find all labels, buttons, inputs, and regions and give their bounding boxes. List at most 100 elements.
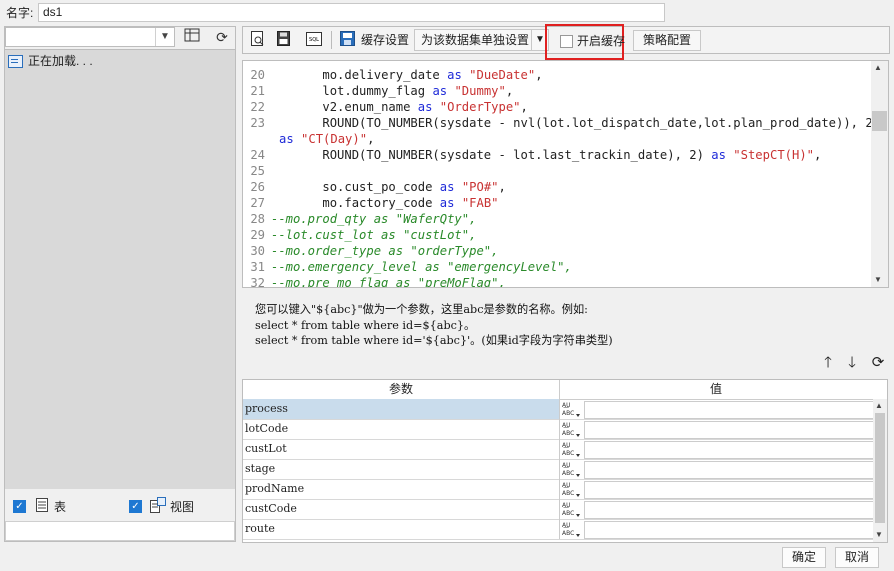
move-up-icon[interactable]: 🡑 bbox=[821, 355, 835, 371]
code-token: mo.delivery_date bbox=[322, 68, 448, 82]
code-line[interactable]: 29 --lot.cust_lot as "custLot", bbox=[243, 227, 476, 243]
parameter-name[interactable]: custLot bbox=[243, 439, 560, 459]
strategy-config-button[interactable]: 策略配置 bbox=[633, 30, 701, 51]
editor-scrollbar[interactable]: ▲ ▼ bbox=[871, 61, 888, 287]
table-settings-icon[interactable] bbox=[181, 27, 203, 47]
line-number: 31 bbox=[250, 260, 265, 274]
code-token: as bbox=[417, 100, 433, 114]
code-token: as bbox=[439, 180, 455, 194]
code-line[interactable]: as "CT(Day)", bbox=[279, 131, 374, 147]
type-select-icon[interactable]: A͟U ABC bbox=[561, 480, 583, 498]
toolbar-divider bbox=[331, 31, 332, 49]
cache-settings-icon bbox=[338, 31, 356, 49]
parameter-row[interactable]: custCode A͟U ABC bbox=[243, 499, 880, 520]
code-line[interactable]: 30 --mo.order_type as "orderType", bbox=[243, 243, 498, 259]
type-select-icon[interactable]: A͟U ABC bbox=[561, 420, 583, 438]
code-token: --mo.pre_mo_flag as "preMoFlag", bbox=[271, 276, 506, 288]
cache-settings-label: 缓存设置 bbox=[361, 33, 410, 47]
chevron-down-icon[interactable]: ▼ bbox=[155, 28, 174, 46]
type-select-icon[interactable]: A͟U ABC bbox=[561, 400, 583, 418]
code-token: --mo.order_type as "orderType", bbox=[271, 244, 499, 258]
code-line[interactable]: 31 --mo.emergency_level as "emergencyLeve… bbox=[243, 259, 572, 275]
code-line[interactable]: 20 mo.delivery_date as "DueDate", bbox=[243, 67, 542, 83]
sql-code[interactable]: 20 mo.delivery_date as "DueDate", 21 lot.… bbox=[243, 61, 873, 288]
move-down-icon[interactable]: 🡓 bbox=[845, 355, 859, 371]
sql-format-icon[interactable]: SQL bbox=[305, 32, 323, 50]
code-line[interactable]: 22 v2.enum_name as "OrderType", bbox=[243, 99, 528, 115]
column-header-value: 值 bbox=[709, 382, 722, 396]
parameter-row[interactable]: lotCode A͟U ABC bbox=[243, 419, 880, 440]
type-select-icon[interactable]: A͟U ABC bbox=[561, 520, 583, 538]
scroll-down-icon[interactable]: ▼ bbox=[874, 275, 882, 284]
code-token: as bbox=[447, 68, 462, 82]
parameter-row[interactable]: prodName A͟U ABC bbox=[243, 479, 880, 500]
code-line[interactable]: 21 lot.dummy_flag as "Dummy", bbox=[243, 83, 513, 99]
parameter-value-input[interactable] bbox=[584, 481, 880, 499]
parameter-value-input[interactable] bbox=[584, 501, 880, 519]
code-line[interactable]: 26 so.cust_po_code as "PO#", bbox=[243, 179, 506, 195]
refresh-params-icon[interactable]: ⟳ bbox=[870, 355, 886, 371]
code-line[interactable]: 24 ROUND(TO_NUMBER(sysdate - lot.last_tr… bbox=[243, 147, 821, 163]
ok-button[interactable]: 确定 bbox=[782, 547, 826, 568]
code-line[interactable]: 27 mo.factory_code as "FAB" bbox=[243, 195, 498, 211]
svg-text:ABC: ABC bbox=[562, 470, 574, 477]
parameter-row[interactable]: process A͟U ABC bbox=[243, 399, 880, 420]
scroll-up-icon[interactable]: ▲ bbox=[875, 401, 883, 410]
table-tree[interactable] bbox=[5, 49, 235, 489]
cancel-button[interactable]: 取消 bbox=[835, 547, 879, 568]
type-select-icon[interactable]: A͟U ABC bbox=[561, 440, 583, 458]
refresh-icon[interactable]: ⟳ bbox=[211, 27, 233, 47]
type-select-icon[interactable]: A͟U ABC bbox=[561, 500, 583, 518]
scroll-thumb[interactable] bbox=[875, 413, 885, 523]
parameter-value-input[interactable] bbox=[584, 521, 880, 539]
code-token: as bbox=[711, 148, 726, 162]
view-checkbox[interactable]: ✓ bbox=[129, 500, 142, 513]
parameter-name[interactable]: custCode bbox=[243, 499, 560, 519]
parameter-row[interactable]: stage A͟U ABC bbox=[243, 459, 880, 480]
code-token: --mo.emergency_level as "emergencyLevel"… bbox=[271, 260, 572, 274]
line-number: 23 bbox=[250, 116, 265, 130]
parameter-value-input[interactable] bbox=[584, 441, 880, 459]
code-line[interactable]: 23 ROUND(TO_NUMBER(sysdate - nvl(lot.lot… bbox=[243, 115, 873, 131]
code-line[interactable]: 25 bbox=[243, 163, 271, 179]
parameter-value-input[interactable] bbox=[584, 421, 880, 439]
svg-text:ABC: ABC bbox=[562, 490, 574, 497]
enable-cache-checkbox[interactable] bbox=[560, 35, 573, 48]
scroll-down-icon[interactable]: ▼ bbox=[875, 530, 883, 539]
svg-text:SQL: SQL bbox=[309, 37, 319, 43]
parameter-name[interactable]: route bbox=[243, 519, 560, 539]
parameter-name[interactable]: process bbox=[243, 399, 560, 419]
line-number: 24 bbox=[250, 148, 265, 162]
type-select-icon[interactable]: A͟U ABC bbox=[561, 460, 583, 478]
line-number: 22 bbox=[250, 100, 265, 114]
parameter-row[interactable]: custLot A͟U ABC bbox=[243, 439, 880, 460]
svg-text:ABC: ABC bbox=[562, 530, 574, 537]
parameter-name[interactable]: prodName bbox=[243, 479, 560, 499]
preview-icon[interactable] bbox=[249, 31, 267, 49]
table-checkbox[interactable]: ✓ bbox=[13, 500, 26, 513]
svg-text:ABC: ABC bbox=[562, 410, 574, 417]
scroll-up-icon[interactable]: ▲ bbox=[874, 63, 882, 72]
name-input[interactable]: ds1 bbox=[38, 3, 665, 22]
parameter-row[interactable]: route A͟U ABC bbox=[243, 519, 880, 540]
parameter-value-input[interactable] bbox=[584, 461, 880, 479]
parameter-table-scrollbar[interactable]: ▲ ▼ bbox=[873, 399, 887, 542]
scroll-thumb[interactable] bbox=[872, 111, 887, 131]
database-select[interactable]: ▼ bbox=[5, 27, 175, 47]
svg-text:A͟U: A͟U bbox=[562, 402, 571, 409]
code-token: , bbox=[520, 100, 528, 114]
code-token: , bbox=[367, 132, 375, 146]
parameter-table-header: 参数 值 bbox=[243, 380, 887, 400]
cache-mode-select[interactable]: 为该数据集单独设置 ▼ bbox=[414, 29, 549, 51]
help-line: 您可以键入"${abc}"做为一个参数，这里abc是参数的名称。例如: bbox=[255, 303, 588, 316]
svg-text:A͟U: A͟U bbox=[562, 482, 571, 489]
save-icon[interactable] bbox=[274, 31, 292, 49]
filter-input[interactable] bbox=[5, 521, 235, 541]
sql-editor[interactable]: 20 mo.delivery_date as "DueDate", 21 lot.… bbox=[242, 60, 889, 288]
parameter-name[interactable]: stage bbox=[243, 459, 560, 479]
code-line[interactable]: 32 --mo.pre_mo_flag as "preMoFlag", bbox=[243, 275, 506, 288]
parameter-name[interactable]: lotCode bbox=[243, 419, 560, 439]
parameter-value-input[interactable] bbox=[584, 401, 880, 419]
code-line[interactable]: 28 --mo.prod_qty as "WaferQty", bbox=[243, 211, 476, 227]
